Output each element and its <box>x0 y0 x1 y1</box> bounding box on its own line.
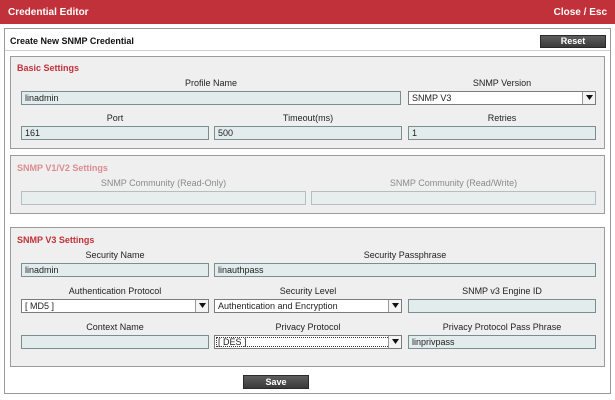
privacy-protocol-select[interactable]: [ DES ] <box>214 335 402 349</box>
privacy-protocol-value: [ DES ] <box>218 337 247 347</box>
retries-label: Retries <box>487 113 517 123</box>
dialog-header: Create New SNMP Credential Reset <box>5 29 610 51</box>
snmp-v1v2-title: SNMP V1/V2 Settings <box>17 163 108 173</box>
credential-editor-dialog: Create New SNMP Credential Reset Basic S… <box>4 28 611 394</box>
security-level-value: Authentication and Encryption <box>218 301 338 311</box>
engine-id-input[interactable] <box>408 299 596 313</box>
community-ro-label: SNMP Community (Read-Only) <box>100 178 227 188</box>
reset-button[interactable]: Reset <box>540 35 606 48</box>
basic-settings-title: Basic Settings <box>17 63 80 73</box>
timeout-label: Timeout(ms) <box>282 113 334 123</box>
community-ro-input <box>21 191 306 205</box>
security-passphrase-input[interactable]: linauthpass <box>214 263 596 277</box>
title-bar: Credential Editor Close / Esc <box>0 0 615 24</box>
context-name-input[interactable] <box>21 335 209 349</box>
snmp-version-label: SNMP Version <box>472 78 532 88</box>
profile-name-input[interactable]: linadmin <box>21 91 401 105</box>
community-rw-input <box>311 191 596 205</box>
window-title: Credential Editor <box>8 7 89 18</box>
auth-protocol-select[interactable]: [ MD5 ] <box>21 299 209 313</box>
port-input[interactable]: 161 <box>21 126 209 140</box>
privacy-pass-input[interactable]: linprivpass <box>408 335 596 349</box>
security-level-label: Security Level <box>279 286 337 296</box>
security-level-select[interactable]: Authentication and Encryption <box>214 299 402 313</box>
chevron-down-icon[interactable] <box>582 92 595 104</box>
save-button[interactable]: Save <box>243 375 309 389</box>
chevron-down-icon[interactable] <box>388 300 401 312</box>
privacy-protocol-label: Privacy Protocol <box>275 322 341 332</box>
basic-settings-section: Basic Settings Profile Name linadmin SNM… <box>10 56 605 149</box>
retries-input[interactable]: 1 <box>408 126 596 140</box>
snmp-version-value: SNMP V3 <box>412 93 452 103</box>
community-rw-label: SNMP Community (Read/Write) <box>389 178 518 188</box>
security-passphrase-label: Security Passphrase <box>363 250 447 260</box>
context-name-label: Context Name <box>86 322 144 332</box>
chevron-down-icon[interactable] <box>388 336 401 348</box>
chevron-down-icon[interactable] <box>195 300 208 312</box>
page-title: Create New SNMP Credential <box>10 36 134 46</box>
snmp-version-select[interactable]: SNMP V3 <box>408 91 596 105</box>
auth-protocol-label: Authentication Protocol <box>68 286 162 296</box>
snmp-v3-title: SNMP V3 Settings <box>17 235 95 245</box>
close-button[interactable]: Close / Esc <box>554 7 607 18</box>
security-name-input[interactable]: linadmin <box>21 263 209 277</box>
port-label: Port <box>106 113 124 123</box>
auth-protocol-value: [ MD5 ] <box>25 301 55 311</box>
engine-id-label: SNMP v3 Engine ID <box>462 286 542 296</box>
security-name-label: Security Name <box>85 250 145 260</box>
snmp-v3-section: SNMP V3 Settings Security Name linadmin … <box>10 227 605 367</box>
timeout-input[interactable]: 500 <box>214 126 402 140</box>
snmp-v1v2-section: SNMP V1/V2 Settings SNMP Community (Read… <box>10 155 605 214</box>
profile-name-label: Profile Name <box>184 78 238 88</box>
privacy-pass-label: Privacy Protocol Pass Phrase <box>442 322 562 332</box>
